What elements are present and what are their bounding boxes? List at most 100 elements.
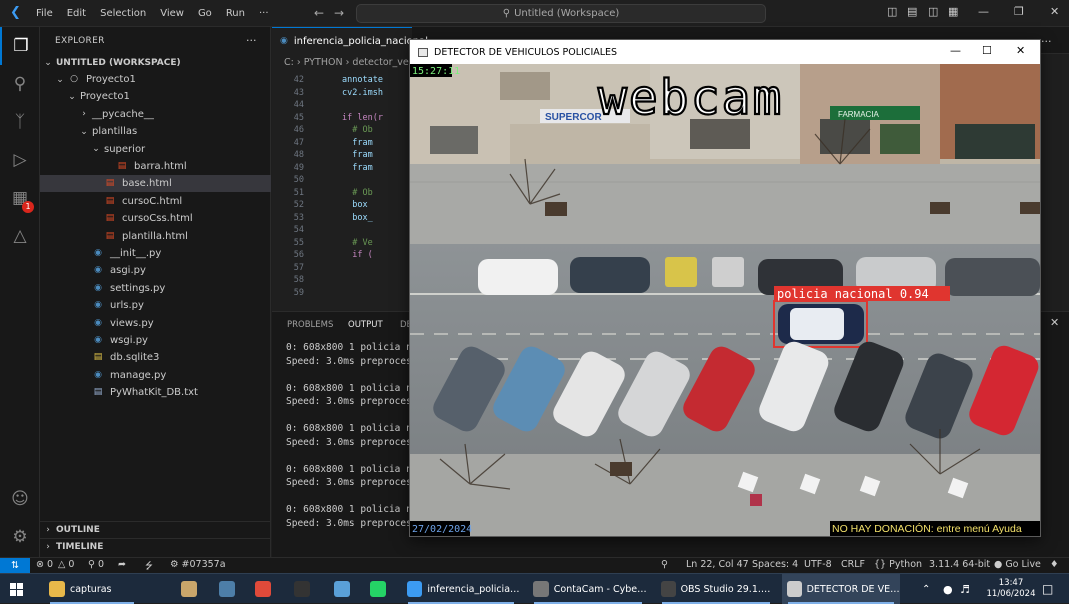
taskbar-app[interactable] bbox=[250, 574, 276, 604]
remote-indicator-icon[interactable]: ⇅ bbox=[0, 558, 30, 573]
tree-item[interactable]: ▤ cursoC.html bbox=[40, 193, 271, 210]
tree-item[interactable]: ⌄ Proyecto1 bbox=[40, 88, 271, 105]
line-ending[interactable]: CRLF bbox=[841, 559, 865, 570]
live-share-icon[interactable]: ➦ bbox=[118, 559, 126, 570]
taskbar-app[interactable] bbox=[176, 574, 202, 604]
tree-item-label: PyWhatKit_DB.txt bbox=[110, 387, 198, 399]
encoding[interactable]: UTF-8 bbox=[804, 559, 832, 570]
menu-edit[interactable]: Edit bbox=[67, 8, 86, 19]
tree-item[interactable]: ⌄ ○ Proyecto1 bbox=[40, 71, 271, 88]
taskbar-app[interactable]: DETECTOR DE VEHI... bbox=[782, 574, 900, 604]
volume-icon[interactable]: ♬ bbox=[960, 574, 970, 604]
taskbar-app[interactable] bbox=[329, 574, 355, 604]
clock[interactable]: 13:47 11/06/2024 bbox=[984, 574, 1038, 604]
account-icon[interactable]: ☺ bbox=[0, 480, 40, 518]
customize-layout-icon[interactable]: ▦ bbox=[948, 5, 958, 18]
taskbar-app[interactable] bbox=[365, 574, 391, 604]
extensions-icon[interactable]: ▦ 1 bbox=[0, 179, 40, 217]
indentation[interactable]: Spaces: 4 bbox=[752, 559, 798, 570]
breadcrumb-folder[interactable]: PYTHON bbox=[304, 57, 343, 68]
menu-run[interactable]: Run bbox=[226, 8, 245, 19]
menu-more[interactable]: ··· bbox=[259, 8, 269, 19]
line-number: 52 bbox=[293, 200, 304, 210]
tab-output[interactable]: OUTPUT bbox=[348, 320, 383, 330]
python-interpreter[interactable]: 3.11.4 64-bit bbox=[929, 559, 990, 570]
tree-item[interactable]: ▤ barra.html bbox=[40, 158, 271, 175]
menu-selection[interactable]: Selection bbox=[100, 8, 146, 19]
tree-item[interactable]: ◉ asgi.py bbox=[40, 262, 271, 279]
taskbar-app[interactable] bbox=[214, 574, 240, 604]
vscode-logo-icon[interactable]: ❮ bbox=[10, 6, 24, 20]
minimize-icon[interactable]: — bbox=[950, 44, 961, 57]
workspace-header[interactable]: ⌄ UNTITLED (WORKSPACE) bbox=[40, 54, 271, 71]
tree-item[interactable]: ◉ wsgi.py bbox=[40, 332, 271, 349]
explorer-icon[interactable]: ❐ bbox=[0, 27, 40, 65]
timeline-section[interactable]: › TIMELINE bbox=[40, 538, 271, 555]
tree-item[interactable]: › __pycache__ bbox=[40, 106, 271, 123]
taskbar-app[interactable]: inferencia_policia_... bbox=[402, 574, 520, 604]
tree-item[interactable]: ▤ PyWhatKit_DB.txt bbox=[40, 384, 271, 401]
tree-item[interactable]: ⌄ superior bbox=[40, 141, 271, 158]
menu-go[interactable]: Go bbox=[198, 8, 212, 19]
output-line: 0: 608x800 1 policia n bbox=[286, 342, 412, 353]
commit-indicator[interactable]: ⚙ #07357a bbox=[170, 559, 226, 570]
maximize-icon[interactable]: ☐ bbox=[982, 44, 992, 57]
menu-file[interactable]: File bbox=[36, 8, 53, 19]
toggle-sidebar-icon[interactable]: ◫ bbox=[887, 5, 897, 18]
outline-section[interactable]: › OUTLINE bbox=[40, 521, 271, 538]
taskbar-app[interactable]: OBS Studio 29.1.3 - ... bbox=[656, 574, 776, 604]
tree-item[interactable]: ▤ plantilla.html bbox=[40, 228, 271, 245]
taskbar-app[interactable] bbox=[289, 574, 315, 604]
run-debug-icon[interactable]: ▷ bbox=[0, 141, 40, 179]
menu-view[interactable]: View bbox=[160, 8, 184, 19]
toggle-panel-icon[interactable]: ▤ bbox=[907, 5, 917, 18]
tab-problems[interactable]: PROBLEMS bbox=[287, 320, 333, 330]
panel-close-icon[interactable]: ✕ bbox=[1050, 316, 1059, 329]
tree-item[interactable]: ▤ cursoCss.html bbox=[40, 210, 271, 227]
tree-item[interactable]: ▤ base.html bbox=[40, 175, 271, 193]
back-arrow-icon[interactable]: ← bbox=[314, 6, 324, 20]
street-scene: SUPERCOR FARMACIA policia nacional 0.94 … bbox=[410, 64, 1040, 536]
notifications-bell-icon[interactable]: ♦ bbox=[1050, 559, 1059, 570]
settings-gear-icon[interactable]: ⚙ bbox=[0, 518, 40, 556]
tree-item[interactable]: ⌄ plantillas bbox=[40, 123, 271, 140]
close-icon[interactable]: ✕ bbox=[1016, 44, 1025, 57]
go-live-button[interactable]: ● Go Live bbox=[994, 559, 1041, 570]
breadcrumb-drive[interactable]: C: bbox=[284, 57, 294, 68]
output-line: Speed: 3.0ms preproces bbox=[286, 477, 412, 488]
microphone-icon[interactable]: ● bbox=[943, 574, 953, 604]
tab-inferencia[interactable]: ◉ inferencia_policia_nacional bbox=[272, 27, 428, 54]
start-button[interactable] bbox=[10, 574, 23, 604]
tree-item[interactable]: ▤ db.sqlite3 bbox=[40, 349, 271, 366]
tree-item[interactable]: ◉ views.py bbox=[40, 315, 271, 332]
explorer-more-icon[interactable]: ··· bbox=[246, 34, 257, 47]
forward-arrow-icon[interactable]: → bbox=[334, 6, 344, 20]
testing-flask-icon[interactable]: △ bbox=[0, 217, 40, 255]
tray-chevron-up-icon[interactable]: ⌃ bbox=[922, 574, 930, 604]
notification-center-icon[interactable]: □ bbox=[1042, 574, 1053, 604]
warnings-indicator[interactable]: △ 0 bbox=[58, 559, 74, 570]
editor-more-icon[interactable]: ··· bbox=[1041, 35, 1052, 48]
breadcrumb-file[interactable]: detector_ve bbox=[352, 57, 408, 68]
output-line: Speed: 3.0ms preproces bbox=[286, 436, 412, 448]
tree-item[interactable]: ◉ settings.py bbox=[40, 280, 271, 297]
tree-item[interactable]: ◉ urls.py bbox=[40, 297, 271, 314]
close-icon[interactable]: ✕ bbox=[1050, 5, 1059, 18]
detector-title: DETECTOR DE VEHICULOS POLICIALES bbox=[434, 46, 618, 58]
language-mode[interactable]: {} Python bbox=[874, 559, 922, 570]
taskbar-app[interactable]: capturas bbox=[44, 574, 140, 604]
tree-item[interactable]: ◉ manage.py bbox=[40, 367, 271, 384]
zoom-icon[interactable]: ⚲ bbox=[661, 559, 668, 570]
command-search[interactable]: ⚲ Untitled (Workspace) bbox=[356, 4, 766, 23]
taskbar-app[interactable]: ContaCam - Cyber... bbox=[528, 574, 648, 604]
cursor-position[interactable]: Ln 22, Col 47 bbox=[686, 559, 749, 570]
errors-indicator[interactable]: ⊗ 0 bbox=[36, 559, 53, 570]
tree-item[interactable]: ◉ __init__.py bbox=[40, 245, 271, 262]
restore-icon[interactable]: ❐ bbox=[1014, 5, 1024, 18]
explorer-sidebar: EXPLORER ··· ⌄ UNTITLED (WORKSPACE) ⌄ ○ Pr… bbox=[40, 27, 271, 557]
ports-indicator[interactable]: ⚲ 0 bbox=[88, 559, 104, 570]
minimize-icon[interactable]: — bbox=[978, 5, 989, 18]
search-icon[interactable]: ⚲ bbox=[0, 65, 40, 103]
toggle-secondary-sidebar-icon[interactable]: ◫ bbox=[928, 5, 938, 18]
source-control-icon[interactable]: ᛉ bbox=[0, 103, 40, 141]
